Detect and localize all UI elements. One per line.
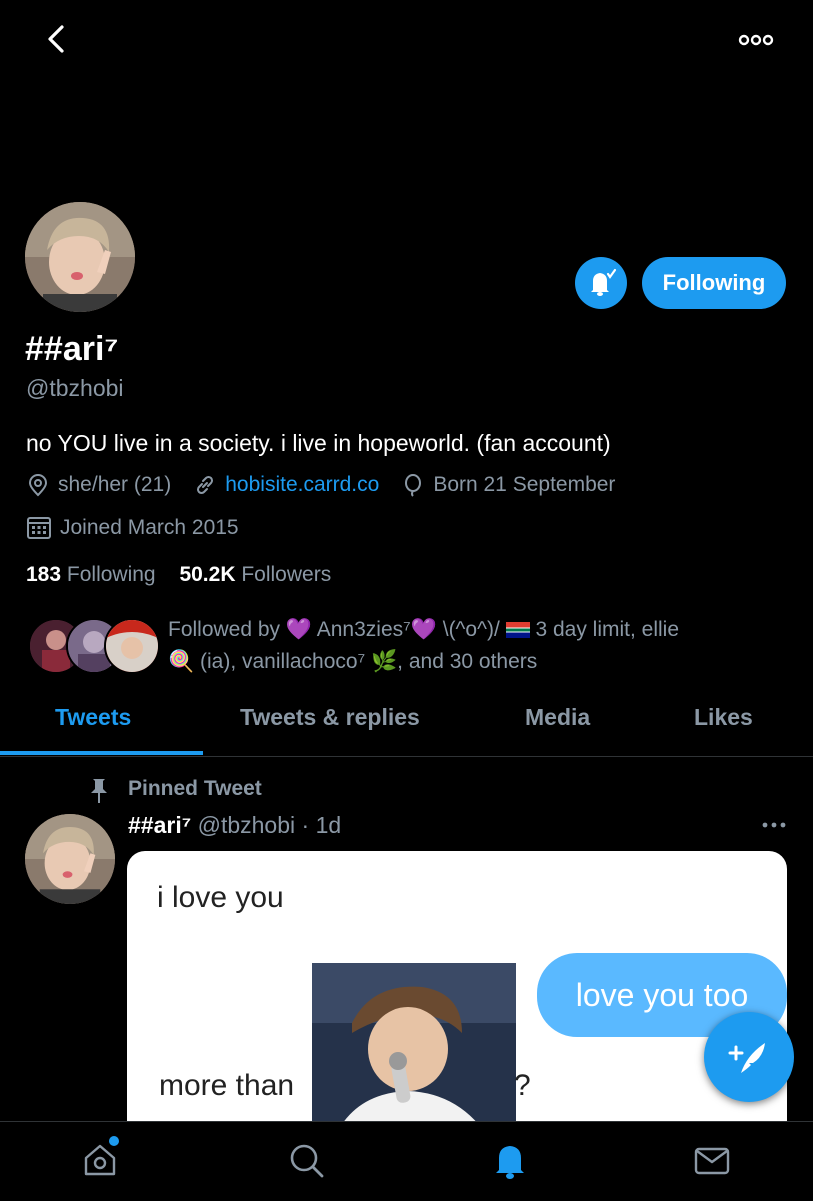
followed-by-name-3: 3 day limit, ellie	[535, 618, 680, 641]
profile-meta-row: she/her (21) hobisite.carrd.co Born 21 S…	[26, 473, 637, 497]
media-caption-2: more than	[159, 1069, 295, 1102]
profile-avatar[interactable]	[25, 202, 135, 312]
tab-tweets-replies[interactable]: Tweets & replies	[240, 704, 420, 731]
joined-meta: Joined March 2015	[26, 515, 239, 541]
follower-avatar	[104, 618, 160, 674]
calendar-icon	[27, 517, 51, 539]
back-icon[interactable]	[40, 22, 74, 56]
tweet-more-icon[interactable]	[760, 815, 788, 835]
tab-tweets[interactable]: Tweets	[55, 704, 131, 731]
tweet-media-image[interactable]: i love you love you too more than ?	[127, 851, 787, 1141]
followed-by-name-1: Ann3zies⁷	[316, 618, 411, 641]
followed-by-text[interactable]: Followed by 💜 Ann3zies⁷💜 \(^o^)/ 3 day l…	[168, 614, 788, 678]
following-button[interactable]: Following	[642, 257, 786, 309]
pronouns-text: she/her (21)	[58, 473, 172, 496]
website-link[interactable]: hobisite.carrd.co	[225, 473, 379, 497]
tweet-author-handle[interactable]: @tbzhobi	[198, 812, 296, 838]
bio: no YOU live in a society. i live in hope…	[26, 430, 611, 456]
purple-heart-icon: 💜	[285, 618, 313, 641]
followed-by-name-2: \(^o^)/	[442, 618, 500, 641]
pin-icon	[91, 779, 107, 803]
messages-icon[interactable]	[692, 1140, 732, 1180]
handle: @tbzhobi	[26, 375, 124, 401]
home-new-indicator	[109, 1136, 119, 1146]
lollipop-icon: 🍭	[168, 650, 195, 673]
profile-tabs: Tweets Tweets & replies Media Likes	[0, 700, 813, 757]
media-inset-photo	[312, 963, 516, 1141]
following-count: 183	[26, 563, 62, 586]
tab-likes[interactable]: Likes	[694, 704, 753, 731]
notifications-icon[interactable]	[490, 1140, 530, 1180]
followed-by-suffix: , and 30 others	[397, 650, 538, 673]
tweet-author-avatar[interactable]	[25, 814, 115, 904]
bell-icon	[591, 268, 617, 296]
birthday-meta: Born 21 September	[401, 473, 615, 497]
purple-heart-icon: 💜	[410, 618, 437, 641]
search-icon[interactable]	[286, 1140, 326, 1180]
followed-by-avatars[interactable]	[28, 618, 168, 674]
website-meta[interactable]: hobisite.carrd.co	[193, 473, 379, 497]
compose-icon	[728, 1043, 765, 1073]
active-tab-indicator	[0, 751, 203, 755]
media-caption-1: i love you	[157, 881, 284, 914]
followers-count-link[interactable]: 50.2K Followers	[179, 563, 331, 586]
more-icon[interactable]	[736, 26, 776, 54]
joined-text: Joined March 2015	[60, 516, 239, 539]
following-count-link[interactable]: 183 Following	[26, 563, 156, 586]
tweet-header: ##ari⁷ @tbzhobi · 1d	[128, 812, 341, 839]
compose-tweet-button[interactable]	[704, 1012, 794, 1102]
location-meta: she/her (21)	[26, 473, 171, 497]
location-icon	[28, 474, 48, 497]
tweet-author-name[interactable]: ##ari⁷	[128, 812, 191, 838]
herb-icon: 🌿	[371, 650, 398, 673]
tweet-time[interactable]: · 1d	[302, 812, 342, 838]
follow-counts: 183 Following 50.2K Followers	[26, 563, 349, 587]
followers-count: 50.2K	[179, 563, 236, 586]
flag-icon	[505, 622, 530, 638]
following-label: Following	[66, 563, 156, 586]
home-icon[interactable]	[80, 1140, 120, 1180]
followers-label: Followers	[241, 563, 332, 586]
display-name: ##ari⁷	[25, 330, 119, 368]
balloon-icon	[405, 474, 422, 497]
followed-by-prefix: Followed by	[168, 618, 286, 641]
birthday-text: Born 21 September	[433, 473, 616, 496]
link-icon	[197, 475, 214, 495]
pinned-tweet-label: Pinned Tweet	[128, 777, 262, 800]
tab-media[interactable]: Media	[525, 704, 590, 731]
media-caption-3: ?	[514, 1069, 531, 1102]
bottom-navigation	[0, 1121, 813, 1201]
followed-by-name-4: (ia), vanillachoco⁷	[200, 650, 366, 673]
notifications-toggle-button[interactable]	[575, 257, 627, 309]
